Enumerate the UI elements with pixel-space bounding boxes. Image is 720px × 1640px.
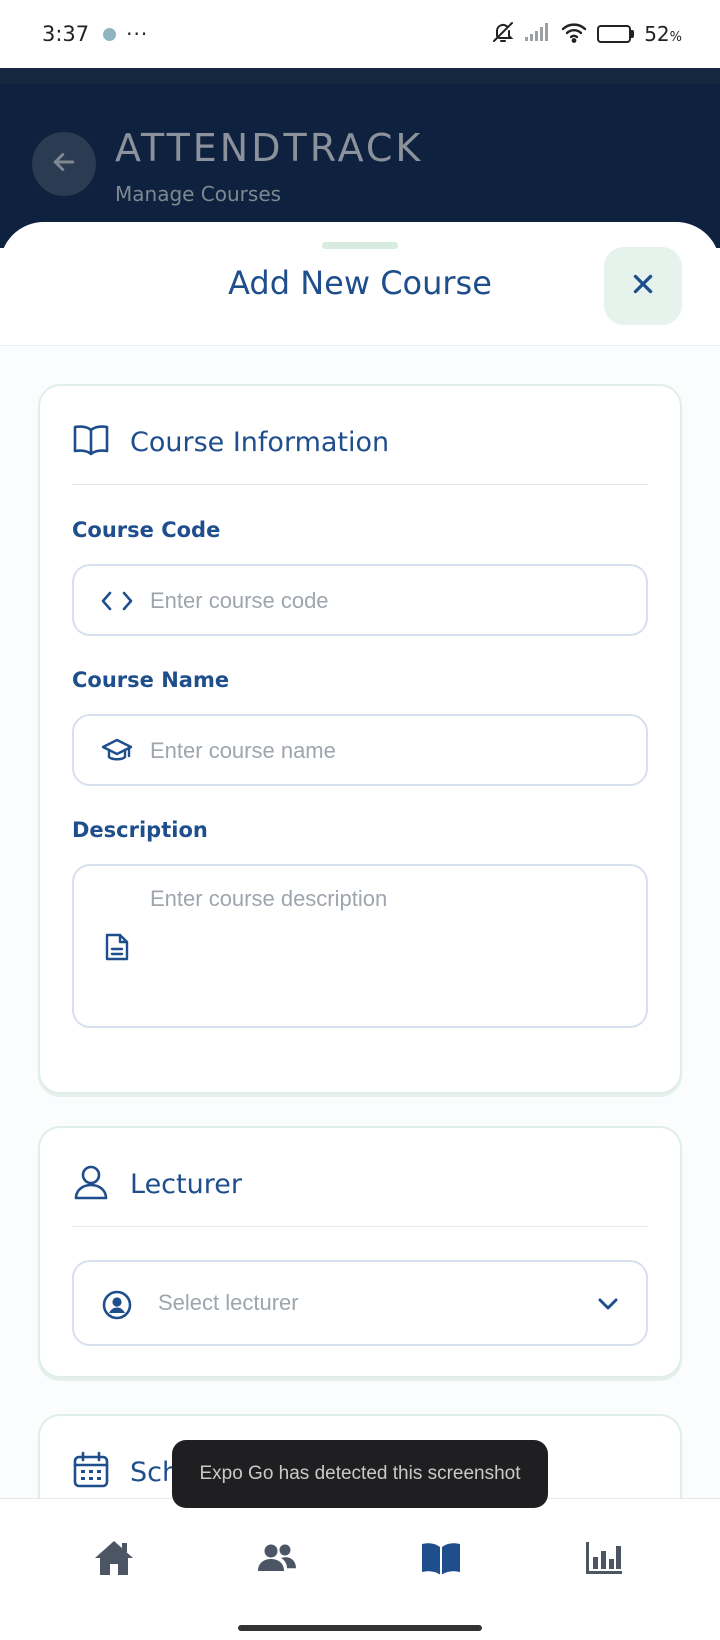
chevron-down-icon (596, 1292, 620, 1320)
add-course-sheet: Add New Course Course Information Course… (0, 222, 720, 1640)
nav-courses[interactable] (411, 1535, 471, 1585)
course-code-field (72, 564, 648, 636)
course-information-card: Course Information Course Code Course Na… (38, 384, 682, 1094)
battery-percent: 52% (644, 22, 682, 46)
nav-reports[interactable] (574, 1535, 634, 1585)
arrow-left-icon (49, 147, 79, 181)
user-circle-icon (100, 1288, 134, 1322)
app-title: ATTENDTRACK (115, 126, 424, 170)
lecturer-select[interactable]: Select lecturer (72, 1260, 648, 1346)
bell-off-icon (491, 20, 515, 49)
header-top-strip (0, 68, 720, 84)
home-icon (94, 1539, 134, 1581)
nav-home[interactable] (84, 1535, 144, 1585)
description-label: Description (72, 818, 208, 842)
graduation-cap-icon (100, 736, 134, 766)
book-open-icon (72, 423, 110, 461)
wifi-icon (561, 21, 587, 48)
lecturer-select-value: Select lecturer (158, 1290, 299, 1315)
app-header: ATTENDTRACK Manage Courses (0, 68, 720, 248)
sheet-header: Add New Course (0, 222, 720, 346)
lecturer-card: Lecturer Select lecturer (38, 1126, 682, 1378)
schedule-header: Sch (72, 1442, 179, 1502)
bottom-navigation (0, 1498, 720, 1640)
lecturer-title: Lecturer (130, 1168, 242, 1200)
course-name-input[interactable] (150, 736, 626, 766)
signal-icon (525, 22, 551, 47)
battery-icon (597, 25, 635, 43)
app-subtitle: Manage Courses (115, 182, 282, 206)
home-indicator[interactable] (238, 1625, 482, 1631)
users-icon (257, 1543, 297, 1577)
document-icon (100, 930, 134, 964)
battery-percent-value: 52 (644, 22, 670, 46)
status-bar: 3:37 ··· 52% (0, 0, 720, 68)
app-notification-icon (103, 27, 117, 41)
status-time: 3:37 (42, 22, 90, 46)
course-code-label: Course Code (72, 518, 221, 542)
lecturer-header: Lecturer (72, 1154, 242, 1214)
course-information-title: Course Information (130, 426, 390, 458)
close-button[interactable] (604, 247, 682, 325)
back-button[interactable] (32, 132, 96, 196)
user-icon (72, 1163, 110, 1205)
nav-students[interactable] (247, 1535, 307, 1585)
description-field (72, 864, 648, 1028)
close-icon (630, 271, 656, 301)
sheet-drag-handle[interactable] (322, 242, 398, 249)
course-name-label: Course Name (72, 668, 230, 692)
code-icon (100, 586, 134, 616)
battery-percent-unit: % (669, 30, 682, 45)
section-divider (72, 1226, 648, 1227)
calendar-icon (72, 1451, 110, 1493)
bar-chart-icon (585, 1541, 623, 1579)
course-information-header: Course Information (72, 412, 389, 472)
status-right: 52% (491, 20, 682, 49)
course-name-field (72, 714, 648, 786)
status-left: 3:37 ··· (42, 22, 148, 46)
course-code-input[interactable] (150, 586, 626, 616)
section-divider (72, 484, 648, 485)
description-input[interactable] (150, 886, 626, 1010)
book-icon (421, 1541, 461, 1579)
screenshot-toast: Expo Go has detected this screenshot (172, 1440, 548, 1508)
more-notifications-icon: ··· (126, 22, 149, 46)
